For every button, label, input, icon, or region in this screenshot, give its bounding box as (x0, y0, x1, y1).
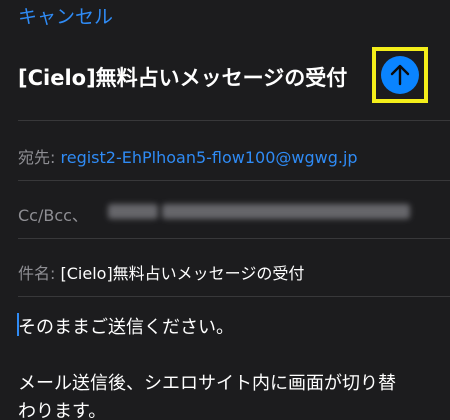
redacted-address (108, 204, 158, 219)
to-field[interactable]: 宛先: regist2-EhPlhoan5-flow100@wgwg.jp (18, 144, 358, 168)
cc-bcc-label: Cc/Bcc、 (18, 206, 88, 225)
divider (18, 180, 450, 181)
to-recipient[interactable]: regist2-EhPlhoan5-flow100@wgwg.jp (61, 148, 358, 167)
mail-compose-screen: キャンセル [Cielo]無料占いメッセージの受付 宛先: regist2-Eh… (0, 0, 450, 420)
body-line[interactable]: そのままご送信ください。 (18, 313, 234, 339)
divider (18, 296, 450, 297)
cc-bcc-field[interactable]: Cc/Bcc、 (18, 202, 88, 226)
divider (18, 120, 450, 121)
subject-field[interactable]: 件名: [Cielo]無料占いメッセージの受付 (18, 260, 304, 284)
body-line[interactable]: わります。 (18, 397, 106, 420)
send-button[interactable] (381, 56, 419, 94)
subject-value[interactable]: [Cielo]無料占いメッセージの受付 (61, 264, 305, 283)
redacted-address (162, 204, 410, 219)
cancel-button[interactable]: キャンセル (18, 2, 113, 29)
body-line[interactable]: メール送信後、シエロサイト内に画面が切り替 (18, 369, 396, 395)
subject-label: 件名: (18, 264, 56, 283)
compose-title: [Cielo]無料占いメッセージの受付 (18, 66, 348, 90)
divider (18, 238, 450, 239)
to-label: 宛先: (18, 148, 56, 167)
arrow-up-icon (390, 64, 410, 86)
